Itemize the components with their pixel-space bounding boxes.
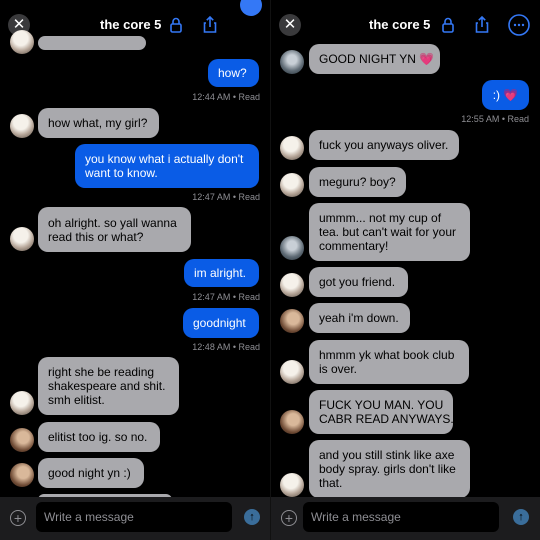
message-text: want to know. — [85, 166, 158, 180]
message-input[interactable] — [36, 502, 232, 532]
message-text: shakespeare and shit. — [48, 379, 166, 393]
share-icon[interactable] — [200, 15, 220, 35]
read-receipt: 12:48 AM • Read — [192, 342, 260, 352]
avatar — [10, 227, 34, 251]
message-bubble[interactable]: good night yn :) — [38, 458, 144, 488]
avatar — [280, 473, 304, 497]
message-text: im alright. — [194, 266, 247, 280]
message-text: GOOD NIGHT YN 💗 — [319, 52, 435, 66]
message-text: you know what i actually don't — [85, 152, 244, 166]
avatar — [10, 30, 34, 54]
message-text: meguru? boy? — [319, 175, 396, 189]
message-text: oh alright. so yall wanna — [48, 215, 177, 230]
message-text: right she be reading — [48, 365, 155, 379]
message-text: hmmm yk what book club — [319, 348, 455, 362]
message-text: goodnight — [193, 316, 246, 330]
avatar — [10, 428, 34, 452]
chat-title: the core 5 — [369, 17, 431, 32]
message-bubble[interactable]: ummm... not my cup of tea. but can't wai… — [309, 203, 470, 261]
avatar — [280, 173, 304, 197]
lock-icon[interactable] — [438, 15, 458, 35]
message-text: commentary! — [319, 239, 389, 253]
avatar — [10, 391, 34, 415]
message-bubble[interactable]: oh alright. so yall wanna read this or w… — [38, 207, 191, 252]
read-receipt: 12:47 AM • Read — [192, 292, 260, 302]
message-text: FUCK YOU MAN. YOU — [319, 398, 444, 412]
close-button[interactable]: ✕ — [279, 14, 301, 36]
avatar — [10, 463, 34, 487]
message-text: smh elitist. — [48, 393, 105, 407]
message-bubble[interactable]: fuck you anyways oliver. — [309, 130, 459, 160]
message-bubble[interactable]: im alright. — [184, 259, 259, 287]
message-input[interactable] — [303, 502, 499, 532]
message-bubble[interactable]: yeah i'm down. — [309, 303, 410, 333]
share-icon[interactable] — [472, 15, 492, 35]
message-bubble[interactable]: :) 💗 — [482, 80, 529, 110]
message-bubble[interactable]: and you still stink like axe body spray.… — [309, 440, 470, 498]
avatar — [280, 50, 304, 74]
message-bubble[interactable]: GOOD NIGHT YN 💗 — [309, 44, 440, 74]
avatar — [10, 114, 34, 138]
message-text: yeah i'm down. — [319, 311, 399, 325]
avatar — [280, 360, 304, 384]
read-receipt: 12:44 AM • Read — [192, 92, 260, 102]
avatar — [280, 236, 304, 260]
read-receipt: 12:55 AM • Read — [461, 114, 529, 124]
message-text: got you friend. — [319, 275, 396, 289]
message-text: CABR READ ANYWAYS. — [319, 412, 454, 426]
message-text: how? — [218, 66, 247, 80]
message-text: that. — [319, 476, 343, 490]
message-bubble[interactable]: how? — [208, 59, 259, 87]
message-bubble[interactable]: hmmm yk what book club is over. — [309, 340, 469, 384]
message-text: and you still stink like axe — [319, 448, 455, 462]
message-bubble[interactable]: goodnight — [183, 308, 259, 338]
avatar — [280, 273, 304, 297]
message-text: ummm... not my cup of — [319, 211, 442, 225]
message-text: read this or what? — [48, 229, 144, 244]
message-composer: + ↑ — [271, 497, 540, 540]
message-bubble[interactable]: meguru? boy? — [309, 167, 406, 197]
message-bubble[interactable]: how what, my girl? — [38, 108, 159, 138]
lock-icon[interactable] — [166, 15, 186, 35]
message-text: tea. but can't wait for your — [319, 225, 457, 239]
message-composer: + ↑ — [0, 497, 270, 540]
message-text: is over. — [319, 362, 358, 376]
send-arrow-icon[interactable]: ↑ — [244, 509, 260, 525]
send-arrow-icon[interactable]: ↑ — [513, 509, 529, 525]
avatar — [280, 410, 304, 434]
more-icon[interactable] — [240, 0, 262, 16]
message-bubble[interactable]: got you friend. — [309, 267, 408, 297]
message-text: elitist too ig. so no. — [48, 430, 148, 444]
read-receipt: 12:47 AM • Read — [192, 192, 260, 202]
avatar — [280, 309, 304, 333]
message-bubble[interactable]: elitist too ig. so no. — [38, 422, 160, 452]
chat-panel-right: ✕ the core 5 GOOD NIGHT YN 💗 :) 💗 12:55 … — [271, 0, 540, 540]
chat-panel-left: ✕ the core 5 how? 12:44 AM • Read how wh… — [0, 0, 270, 540]
message-bubble[interactable]: right she be reading shakespeare and shi… — [38, 357, 179, 415]
add-icon[interactable]: + — [10, 510, 26, 526]
message-text: :) 💗 — [492, 88, 519, 102]
message-text: good night yn :) — [48, 466, 131, 480]
avatar — [280, 136, 304, 160]
chat-header: ✕ the core 5 — [271, 0, 540, 50]
message-bubble-partial — [38, 36, 146, 50]
chat-title: the core 5 — [100, 17, 162, 32]
add-icon[interactable]: + — [281, 510, 297, 526]
message-bubble[interactable]: you know what i actually don't want to k… — [75, 144, 259, 188]
message-text: fuck you anyways oliver. — [319, 138, 449, 152]
more-icon[interactable] — [508, 14, 530, 36]
message-text: how what, my girl? — [48, 116, 148, 130]
message-bubble[interactable]: FUCK YOU MAN. YOU CABR READ ANYWAYS. — [309, 390, 454, 434]
message-text: body spray. girls don't like — [319, 462, 456, 476]
